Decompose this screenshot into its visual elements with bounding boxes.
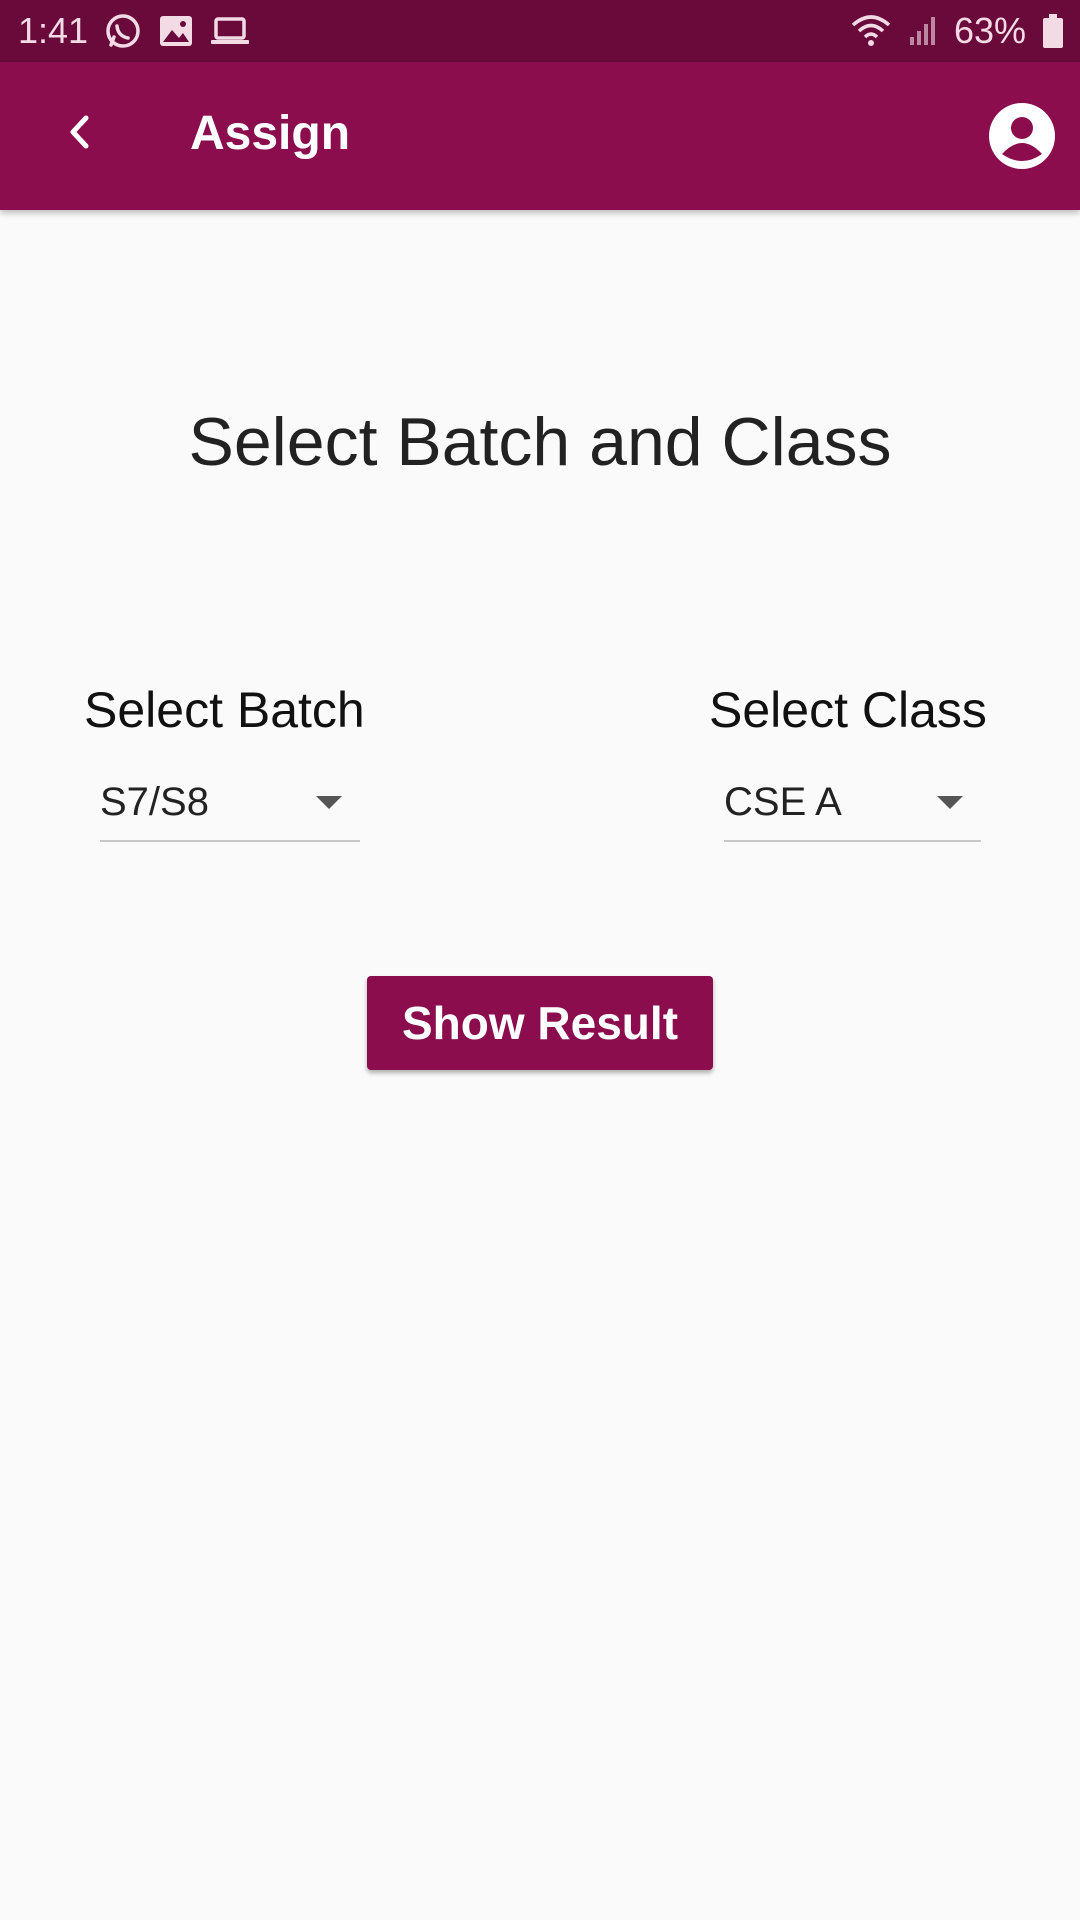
dropdown-arrow-icon: [937, 796, 963, 809]
chevron-left-icon: [64, 112, 96, 157]
batch-selected-value: S7/S8: [100, 780, 209, 824]
profile-button[interactable]: [988, 102, 1056, 170]
batch-label: Select Batch: [84, 682, 365, 738]
status-left: 1:41: [18, 10, 250, 52]
app-bar: Assign: [0, 62, 1080, 210]
section-heading: Select Batch and Class: [188, 404, 892, 480]
laptop-icon: [210, 16, 250, 46]
batch-dropdown[interactable]: S7/S8: [100, 770, 360, 842]
class-label: Select Class: [709, 682, 987, 738]
whatsapp-icon: [104, 12, 142, 50]
dropdown-arrow-icon: [316, 796, 342, 809]
status-right: 63%: [850, 10, 1064, 52]
gallery-icon: [158, 14, 194, 48]
status-time: 1:41: [18, 10, 89, 51]
battery-icon: [1042, 13, 1064, 49]
account-circle-icon: [988, 103, 1056, 174]
signal-icon: [908, 15, 938, 47]
status-bar: 1:41 63%: [0, 0, 1080, 62]
page-title: Assign: [190, 107, 351, 160]
class-selected-value: CSE A: [724, 780, 842, 824]
battery-percent: 63%: [953, 10, 1026, 51]
back-button[interactable]: [44, 98, 116, 170]
show-result-button[interactable]: Show Result: [367, 976, 713, 1070]
wifi-icon: [850, 13, 892, 49]
class-dropdown[interactable]: CSE A: [724, 770, 981, 842]
